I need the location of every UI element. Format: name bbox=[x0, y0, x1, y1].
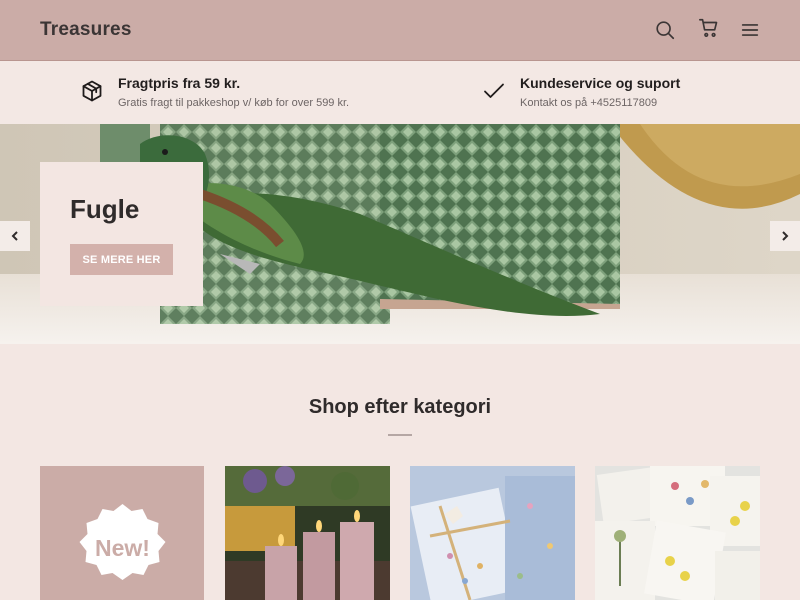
support-subtitle: Kontakt os på +4525117809 bbox=[520, 97, 658, 109]
shipping-title: Fragtpris fra 59 kr. bbox=[118, 75, 241, 91]
shipping-subtitle: Gratis fragt til pakkeshop v/ køb for ov… bbox=[118, 97, 350, 109]
chevron-right-icon bbox=[782, 231, 789, 241]
cart-icon[interactable] bbox=[696, 15, 722, 41]
hero-card: Fugle SE MERE HER bbox=[40, 162, 203, 306]
category-gift-wrap[interactable] bbox=[410, 466, 575, 600]
header: Treasures bbox=[0, 0, 800, 61]
candles-image bbox=[225, 466, 390, 600]
hero-title: Fugle bbox=[70, 194, 140, 224]
support-title: Kundeservice og suport bbox=[520, 75, 681, 91]
hero-slider: Fugle SE MERE HER bbox=[0, 124, 800, 344]
check-icon bbox=[482, 79, 506, 103]
chevron-left-icon bbox=[11, 231, 18, 241]
slider-prev-button[interactable] bbox=[0, 221, 30, 251]
section-title: Shop efter kategori bbox=[308, 396, 492, 418]
search-icon[interactable] bbox=[652, 17, 678, 43]
info-bar: Fragtpris fra 59 kr. Gratis fragt til pa… bbox=[0, 61, 800, 124]
category-candles[interactable] bbox=[225, 466, 390, 600]
slider-next-button[interactable] bbox=[770, 221, 800, 251]
menu-icon[interactable] bbox=[737, 17, 763, 43]
see-more-button[interactable]: SE MERE HER bbox=[70, 244, 173, 275]
box-icon bbox=[80, 79, 104, 103]
logo[interactable]: Treasures bbox=[40, 19, 132, 41]
section-divider bbox=[388, 434, 412, 436]
category-cards[interactable] bbox=[595, 466, 760, 600]
cards-image bbox=[595, 466, 760, 600]
category-new[interactable]: New! bbox=[40, 466, 204, 600]
gift-wrap-image bbox=[410, 466, 575, 600]
new-badge-icon: New! bbox=[79, 504, 166, 580]
svg-text:New!: New! bbox=[95, 535, 150, 561]
